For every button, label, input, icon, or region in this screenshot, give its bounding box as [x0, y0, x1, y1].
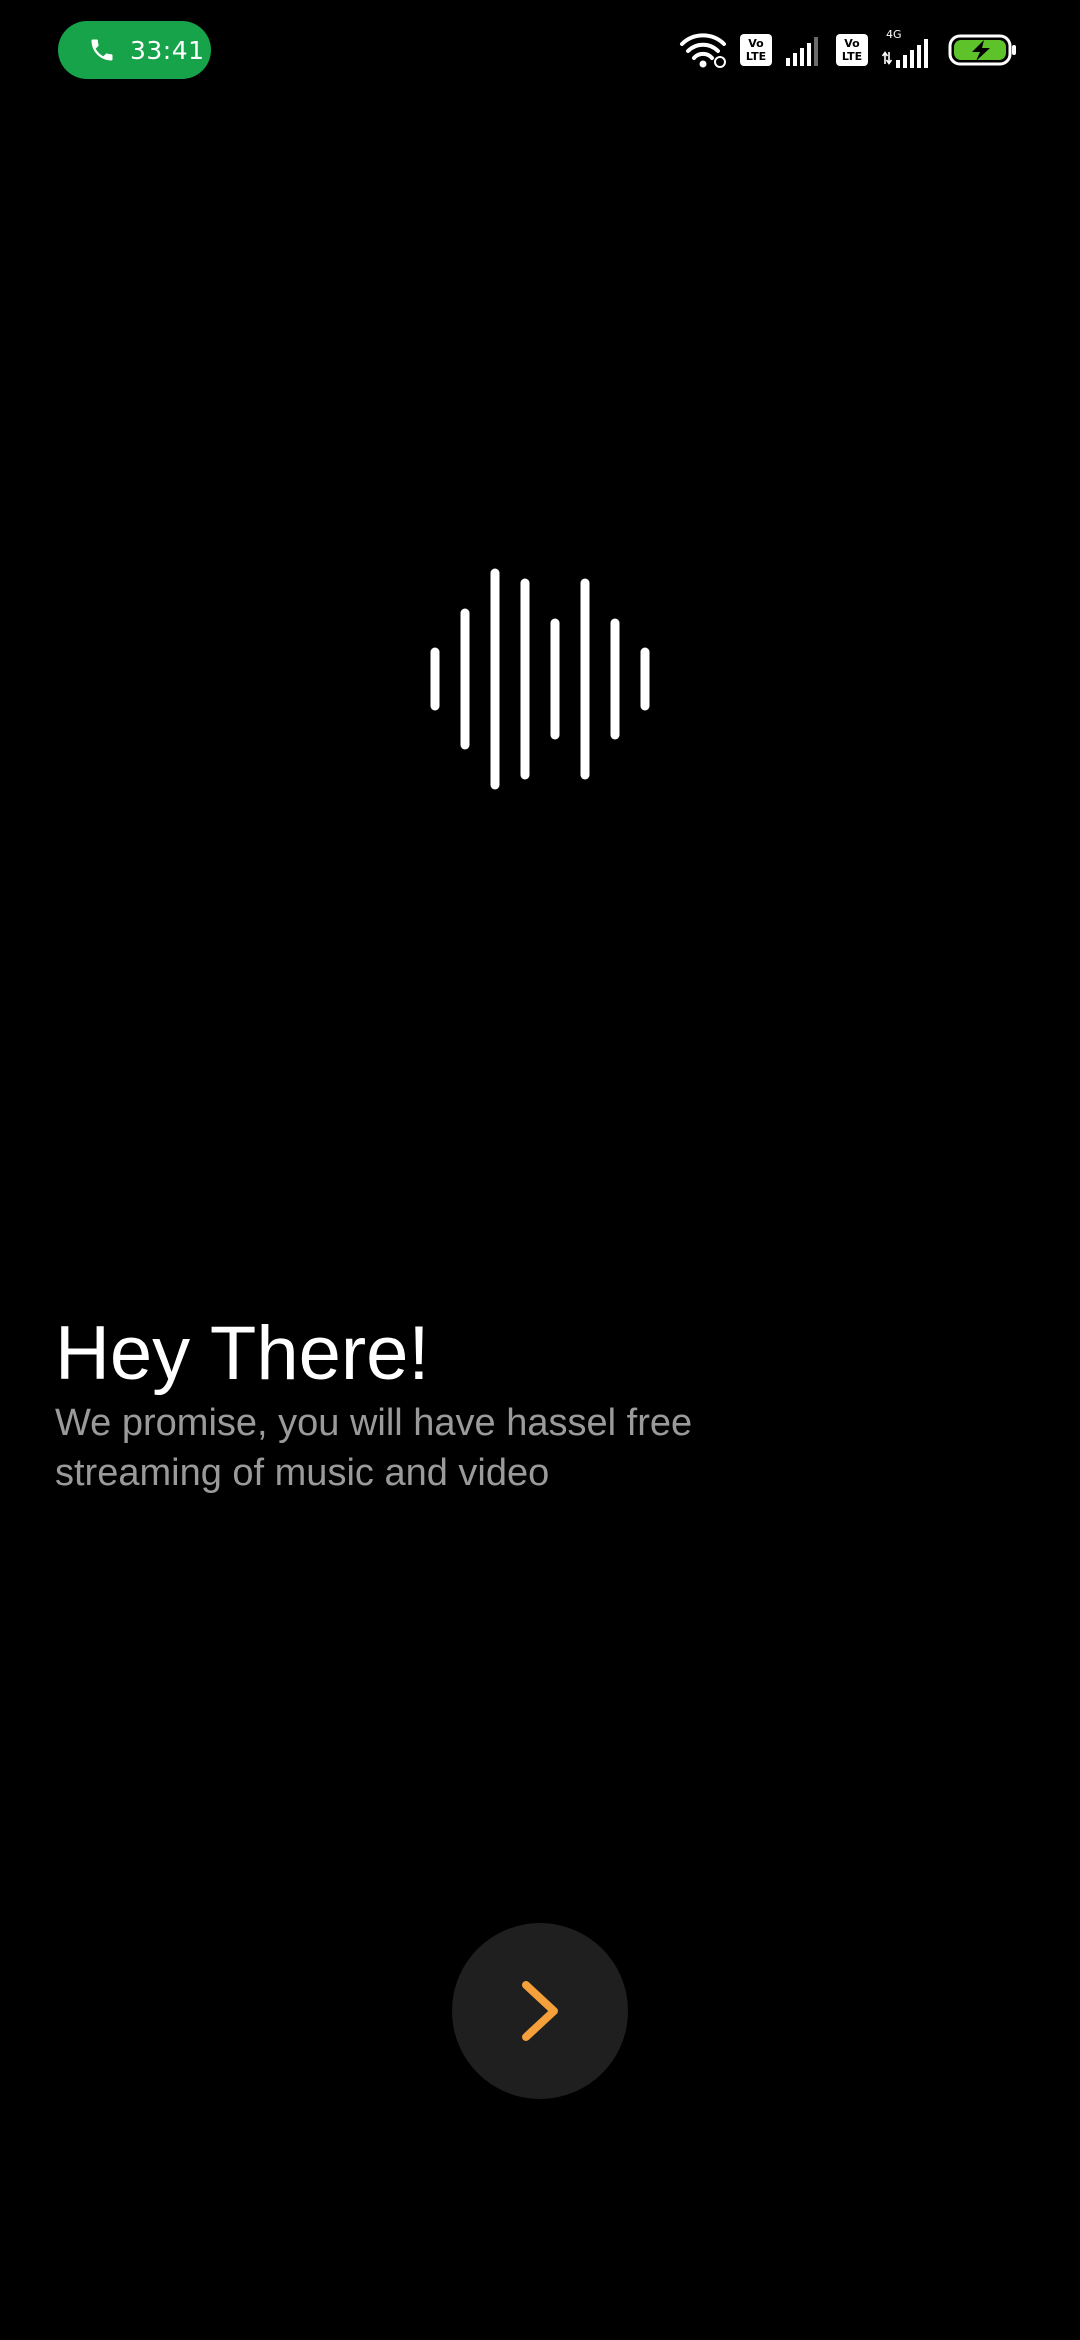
status-icons: Vo LTE Vo LTE 4G: [666, 28, 1018, 72]
wifi-icon: [680, 33, 726, 68]
chevron-right-icon: [522, 1981, 558, 2041]
signal-icon: [786, 37, 818, 66]
battery-charging-icon: [948, 34, 1016, 66]
volte-label-top: Vo: [748, 37, 764, 50]
volte-label-bottom: LTE: [745, 50, 767, 63]
call-timer: 33:41: [130, 35, 205, 65]
signal-4g-group: 4G: [880, 28, 936, 68]
signal-icon: [896, 39, 928, 68]
volte-label-bottom: LTE: [841, 50, 863, 63]
phone-icon: [91, 39, 113, 61]
ongoing-call-pill[interactable]: 33:41: [58, 21, 211, 79]
volte-icon: Vo LTE: [740, 34, 772, 66]
onboarding-title: Hey There!: [55, 1311, 430, 1396]
onboarding-subtitle: We promise, you will have hassel free st…: [55, 1402, 693, 1494]
volte-label-top: Vo: [844, 37, 860, 50]
status-bar: 33:41 Vo LTE Vo LTE 4G: [0, 0, 1080, 100]
data-arrows-icon: [882, 51, 892, 65]
sound-wave-icon: [430, 568, 650, 790]
volte-icon: Vo LTE: [836, 34, 868, 66]
next-button[interactable]: [452, 1923, 628, 2099]
